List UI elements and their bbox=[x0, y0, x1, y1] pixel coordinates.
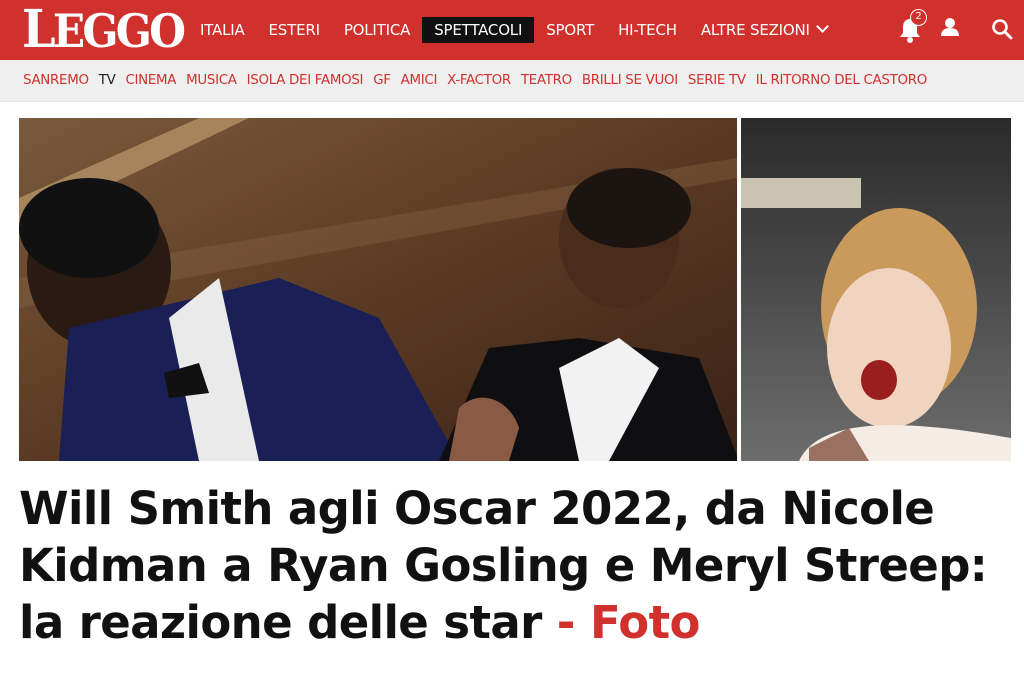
user-icon[interactable] bbox=[940, 16, 960, 38]
article-headline[interactable]: Will Smith agli Oscar 2022, da Nicole Ki… bbox=[19, 480, 1009, 651]
site-logo[interactable]: LEGGO bbox=[22, 4, 186, 56]
nav-item-sport[interactable]: SPORT bbox=[534, 17, 606, 43]
subnav-item-musica[interactable]: MUSICA bbox=[181, 73, 242, 88]
subnav-item-serie-tv[interactable]: SERIE TV bbox=[683, 73, 751, 88]
nav-item-esteri[interactable]: ESTERI bbox=[257, 17, 332, 43]
main-nav: ITALIA ESTERI POLITICA SPETTACOLI SPORT … bbox=[188, 0, 839, 60]
section-subnav: SANREMO TV CINEMA MUSICA ISOLA DEI FAMOS… bbox=[0, 60, 1024, 102]
subnav-item-teatro[interactable]: TEATRO bbox=[516, 73, 577, 88]
subnav-item-il-ritorno-del-castoro[interactable]: IL RITORNO DEL CASTORO bbox=[751, 73, 932, 88]
search-icon[interactable] bbox=[991, 18, 1013, 40]
nav-item-altre-sezioni-label: ALTRE SEZIONI bbox=[700, 21, 810, 39]
headline-text: Will Smith agli Oscar 2022, da Nicole Ki… bbox=[19, 482, 988, 649]
nav-item-italia[interactable]: ITALIA bbox=[188, 17, 257, 43]
article-hero-image[interactable] bbox=[19, 118, 1011, 461]
subnav-item-tv[interactable]: TV bbox=[94, 73, 121, 88]
subnav-item-gf[interactable]: GF bbox=[368, 73, 395, 88]
chevron-down-icon bbox=[815, 20, 829, 33]
nav-item-hi-tech[interactable]: HI-TECH bbox=[606, 17, 689, 43]
subnav-item-x-factor[interactable]: X-FACTOR bbox=[442, 73, 516, 88]
subnav-item-isola-dei-famosi[interactable]: ISOLA DEI FAMOSI bbox=[242, 73, 369, 88]
headline-photo-suffix: - Foto bbox=[556, 596, 701, 649]
nav-item-politica[interactable]: POLITICA bbox=[332, 17, 422, 43]
notification-badge: 2 bbox=[910, 9, 927, 26]
subnav-item-cinema[interactable]: CINEMA bbox=[120, 73, 181, 88]
subnav-item-sanremo[interactable]: SANREMO bbox=[18, 73, 94, 88]
top-navigation-bar: LEGGO ITALIA ESTERI POLITICA SPETTACOLI … bbox=[0, 0, 1024, 60]
nav-item-spettacoli[interactable]: SPETTACOLI bbox=[422, 17, 535, 43]
subnav-item-brilli-se-vuoi[interactable]: BRILLI SE VUOI bbox=[577, 73, 683, 88]
nav-item-altre-sezioni[interactable]: ALTRE SEZIONI bbox=[689, 17, 839, 43]
subnav-item-amici[interactable]: AMICI bbox=[396, 73, 442, 88]
